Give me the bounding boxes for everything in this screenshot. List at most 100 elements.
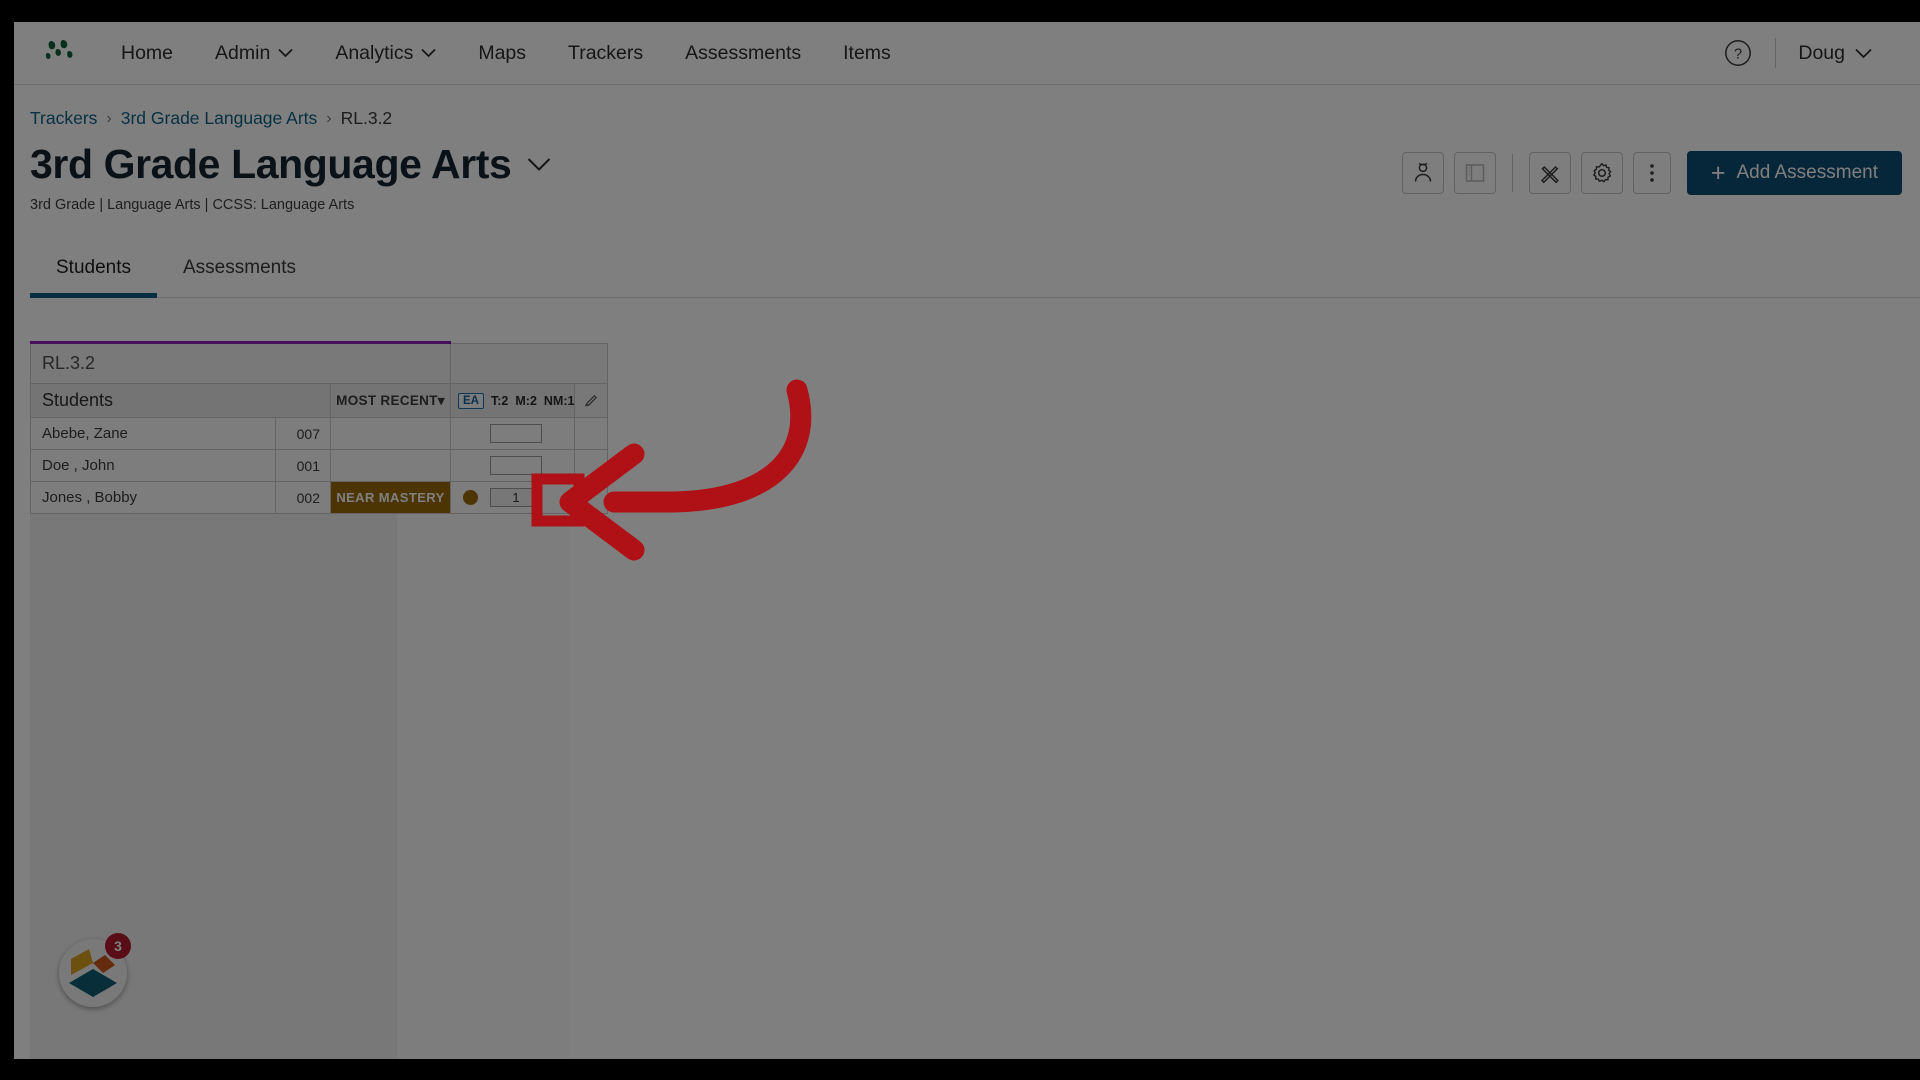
chevron-down-icon — [421, 48, 436, 58]
mastery-dot — [463, 458, 478, 473]
breadcrumb-item-trackers[interactable]: Trackers — [30, 108, 97, 129]
settings-button[interactable] — [1580, 152, 1623, 194]
stat-mastery-value: 2 — [529, 393, 537, 408]
row-action-cell — [574, 481, 609, 515]
most-recent-status — [330, 449, 451, 483]
breadcrumb-separator: › — [106, 109, 112, 127]
score-cell[interactable]: 1 — [449, 481, 576, 515]
pencil-icon — [584, 395, 598, 407]
more-options-button[interactable] — [1632, 152, 1671, 194]
ea-badge[interactable]: EA — [458, 392, 484, 409]
page-subtitle: 3rd Grade | Language Arts | CCSS: Langua… — [30, 197, 355, 214]
tab-students[interactable]: Students — [30, 247, 157, 299]
student-id: 002 — [275, 481, 331, 515]
column-header-row: Students MOST RECENT▾ EA T:2 M:2 NM:1 — [30, 383, 609, 419]
brand-logo[interactable] — [44, 38, 78, 68]
add-assessment-button[interactable]: + Add Assessment — [1686, 151, 1902, 195]
sort-caret-icon: ▾ — [437, 392, 445, 408]
page-title-text: 3rd Grade Language Arts — [30, 141, 512, 187]
student-id: 007 — [275, 417, 331, 451]
mastery-dot — [463, 490, 478, 506]
nav-item-label: Admin — [215, 41, 271, 64]
table-row[interactable]: Jones , Bobby 002 NEAR MASTERY 1 — [30, 481, 609, 515]
pencil-ruler-icon — [1540, 165, 1559, 184]
page-toolbar: + Add Assessment — [1401, 141, 1902, 195]
breadcrumb: Trackers › 3rd Grade Language Arts › RL.… — [14, 85, 1920, 129]
nav-item-items[interactable]: Items — [822, 22, 912, 85]
kebab-menu-icon — [1650, 164, 1654, 182]
notifications-widget[interactable]: 3 — [59, 933, 131, 1007]
top-navigation-bar: Home Admin Analytics Maps Trackers Asses… — [14, 22, 1920, 85]
tab-label: Students — [56, 257, 131, 279]
stat-near-mastery-value: 1 — [567, 393, 575, 408]
student-id: 001 — [275, 449, 331, 483]
standard-header-blank — [449, 343, 609, 385]
table-row[interactable]: Abebe, Zane 007 — [30, 417, 609, 451]
standard-header-row: RL.3.2 — [30, 341, 609, 385]
student-name: Doe , John — [30, 449, 276, 483]
score-cell[interactable] — [449, 417, 576, 451]
edit-pencil-button[interactable] — [575, 384, 607, 417]
score-cell[interactable] — [449, 449, 576, 483]
stat-total-value: 2 — [501, 393, 509, 408]
column-header-stats: EA T:2 M:2 NM:1 — [449, 383, 576, 419]
score-input[interactable] — [490, 456, 542, 476]
gear-icon — [1592, 162, 1612, 183]
user-name: Doug — [1798, 41, 1845, 64]
section-tabs: Students Assessments — [30, 247, 1920, 299]
breadcrumb-separator: › — [326, 109, 332, 127]
column-header-most-recent[interactable]: MOST RECENT▾ — [330, 383, 451, 419]
standard-label[interactable]: RL.3.2 — [30, 341, 452, 385]
nav-right-group: ? Doug — [1723, 38, 1896, 68]
nav-item-maps[interactable]: Maps — [457, 22, 547, 85]
stat-near-mastery-label: NM: — [543, 393, 568, 408]
nav-item-label: Items — [843, 41, 891, 64]
stat-mastery-label: M: — [515, 393, 530, 408]
pencil-ruler-button[interactable] — [1528, 152, 1571, 194]
nav-divider — [1775, 38, 1777, 68]
nav-item-assessments[interactable]: Assessments — [664, 22, 822, 85]
nav-item-home[interactable]: Home — [100, 22, 194, 85]
stat-mastery: M:2 — [515, 394, 537, 408]
standard-label-text: RL.3.2 — [42, 353, 96, 374]
breadcrumb-item-current: RL.3.2 — [340, 108, 393, 128]
tab-label: Assessments — [183, 257, 296, 279]
question-circle-icon[interactable]: ? — [1723, 38, 1753, 68]
column-header-students[interactable]: Students — [30, 383, 331, 419]
column-header-edit — [574, 383, 609, 419]
nav-item-analytics[interactable]: Analytics — [314, 22, 457, 85]
score-input[interactable]: 1 — [490, 488, 542, 508]
svg-text:?: ? — [1734, 46, 1742, 63]
page-title: 3rd Grade Language Arts — [30, 141, 551, 188]
stat-total: T:2 — [491, 394, 508, 408]
student-name: Jones , Bobby — [30, 481, 276, 515]
mastery-dot — [463, 426, 478, 441]
most-recent-status: NEAR MASTERY — [330, 481, 451, 515]
stat-near-mastery: NM:1 — [544, 394, 575, 408]
chevron-down-icon[interactable] — [527, 157, 551, 172]
row-action-cell — [574, 417, 609, 451]
screenshot-frame: Home Admin Analytics Maps Trackers Asses… — [0, 0, 1920, 1080]
nav-item-label: Assessments — [685, 41, 802, 64]
student-view-icon — [1414, 162, 1432, 182]
score-input[interactable] — [490, 424, 542, 444]
tracker-table: RL.3.2 Students MOST RECENT▾ EA T:2 M:2 … — [30, 341, 609, 515]
nav-items: Home Admin Analytics Maps Trackers Asses… — [100, 22, 912, 85]
nav-item-trackers[interactable]: Trackers — [547, 22, 664, 85]
plus-icon: + — [1710, 158, 1726, 187]
row-action-cell — [574, 449, 609, 483]
stat-total-label: T: — [490, 393, 502, 408]
breadcrumb-item-tracker[interactable]: 3rd Grade Language Arts — [121, 108, 318, 129]
toolbar-divider — [1511, 154, 1513, 192]
nav-item-label: Home — [121, 41, 174, 64]
chevron-down-icon — [1855, 48, 1872, 58]
student-view-button[interactable] — [1401, 152, 1444, 194]
panel-toggle-button[interactable] — [1453, 152, 1496, 194]
user-menu[interactable]: Doug — [1798, 42, 1886, 65]
table-row[interactable]: Doe , John 001 — [30, 449, 609, 483]
tab-assessments[interactable]: Assessments — [157, 247, 322, 298]
tracker-grid: Multi Standard R... + — [14, 341, 1920, 1059]
add-assessment-label: Add Assessment — [1736, 162, 1878, 183]
nav-item-admin[interactable]: Admin — [194, 22, 314, 85]
column-header-students-label: Students — [42, 390, 114, 411]
